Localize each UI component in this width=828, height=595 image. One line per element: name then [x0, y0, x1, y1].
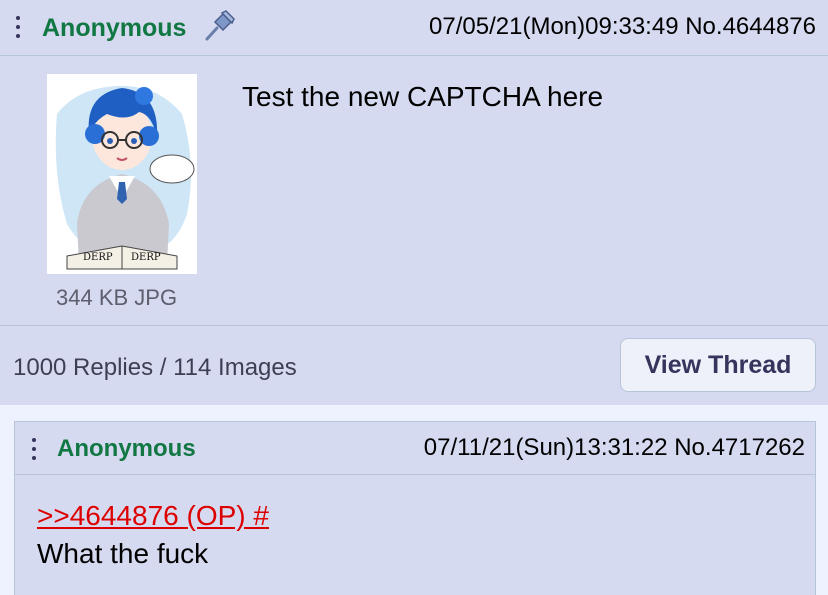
post-menu-icon[interactable]	[16, 16, 22, 38]
reply-datetime-number: 07/11/21(Sun)13:31:22 No.4717262	[424, 434, 805, 462]
anime-girl-thumbnail-image: DERP DERP	[47, 74, 197, 274]
op-post: Anonymous 07/05/21(Mon)09:33:49 No.46448…	[0, 0, 828, 405]
reply-image-count: 1000 Replies / 114 Images	[13, 354, 297, 381]
reply-comment: What the fuck	[37, 538, 209, 569]
op-comment: Test the new CAPTCHA here	[242, 81, 604, 112]
book-text-left: DERP	[83, 252, 113, 263]
op-header: Anonymous 07/05/21(Mon)09:33:49 No.46448…	[0, 0, 828, 56]
reply-header: Anonymous 07/11/21(Sun)13:31:22 No.47172…	[15, 422, 815, 475]
op-post-number[interactable]: No.4644876	[685, 13, 816, 40]
op-datetime-number: 07/05/21(Mon)09:33:49 No.4644876	[429, 13, 816, 41]
op-quote-link[interactable]: >>4644876 (OP) #	[37, 500, 269, 532]
op-footer: 1000 Replies / 114 Images View Thread	[0, 325, 828, 405]
op-datetime: 07/05/21(Mon)09:33:49	[429, 13, 679, 40]
reply-datetime: 07/11/21(Sun)13:31:22	[423, 434, 668, 461]
file-info: 344 KB JPG	[56, 285, 178, 310]
reply-poster-name: Anonymous	[57, 435, 196, 462]
pushpin-icon	[205, 10, 235, 41]
book-text-right: DERP	[131, 252, 161, 263]
op-thumbnail[interactable]: DERP DERP	[47, 74, 197, 274]
reply-post-number[interactable]: No.4717262	[674, 434, 805, 461]
reply-menu-icon[interactable]	[32, 438, 38, 460]
reply-post: Anonymous 07/11/21(Sun)13:31:22 No.47172…	[14, 421, 816, 595]
op-poster-name: Anonymous	[42, 14, 187, 42]
view-thread-button[interactable]: View Thread	[620, 338, 816, 392]
op-body: DERP DERP 344 KB JPG Test the new CAPTCH…	[0, 57, 828, 325]
